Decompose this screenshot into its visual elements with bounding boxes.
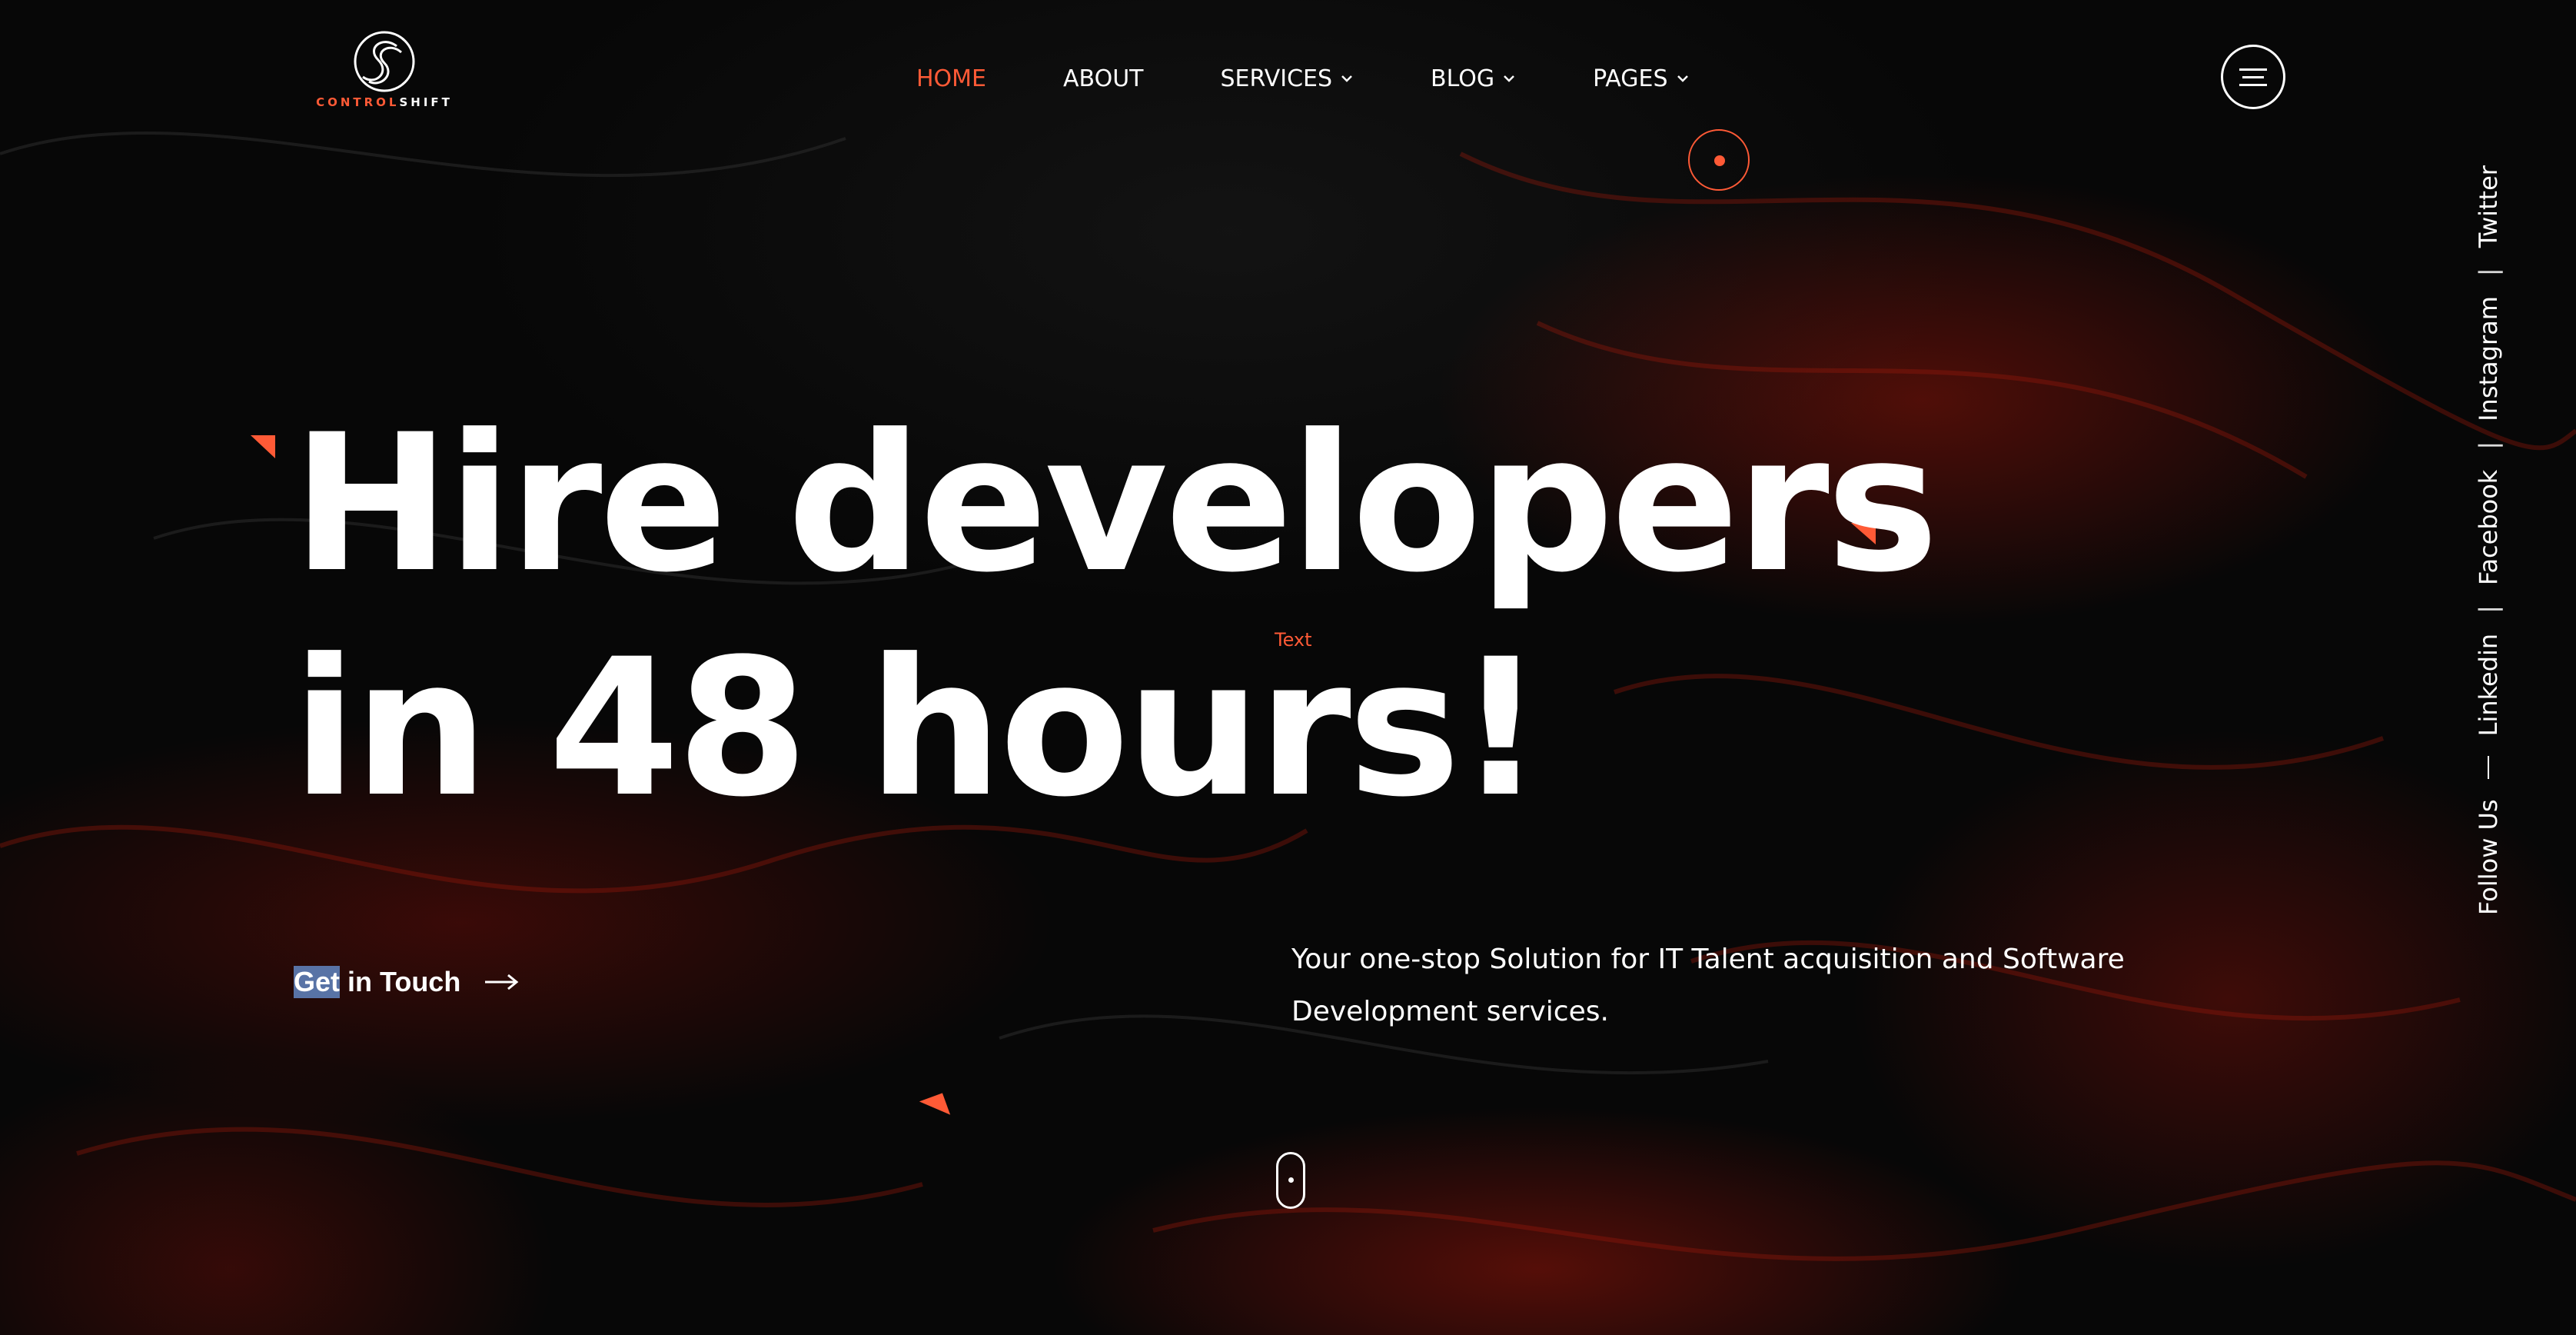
cta-label: in Touch <box>340 966 461 997</box>
divider <box>2488 756 2489 780</box>
nav-item-label: PAGES <box>1593 65 1668 92</box>
hero-headline-line1: Hire developers <box>292 395 1939 614</box>
social-link-twitter[interactable]: Twitter <box>2474 165 2503 248</box>
nav-item-label: BLOG <box>1431 65 1495 92</box>
logo-word-a: CONTROL <box>316 95 400 109</box>
hero-tag-text: Text <box>1275 629 1312 651</box>
main-nav: HOME ABOUT SERVICES BLOG PAGES <box>916 63 1767 94</box>
logo-word-b: SHIFT <box>399 95 453 109</box>
nav-item-label: SERVICES <box>1220 65 1333 92</box>
nav-item-blog[interactable]: BLOG <box>1431 65 1516 92</box>
social-link-instagram[interactable]: Instagram <box>2474 296 2503 421</box>
logo[interactable]: CONTROLSHIFT <box>315 29 454 115</box>
nav-item-label: HOME <box>916 65 987 92</box>
social-links: Follow Us Linkedin | Facebook | Instagra… <box>2474 161 2520 931</box>
chevron-down-icon <box>1677 75 1688 82</box>
mouse-scroll-icon[interactable] <box>1276 1152 1305 1209</box>
divider: | <box>2474 605 2503 614</box>
logo-mark-icon <box>354 31 415 92</box>
nav-item-pages[interactable]: PAGES <box>1593 65 1689 92</box>
hamburger-menu-button[interactable] <box>2221 45 2285 109</box>
hero-headline-line2: in 48 hours! <box>292 619 1544 839</box>
follow-us-label: Follow Us <box>2474 799 2503 915</box>
page: CONTROLSHIFT HOME ABOUT SERVICES BLOG PA… <box>0 0 2576 1335</box>
nav-item-about[interactable]: ABOUT <box>1063 65 1143 92</box>
divider: | <box>2474 268 2503 277</box>
nav-item-home[interactable]: HOME <box>916 65 986 92</box>
cursor-follower-icon <box>1688 129 1750 191</box>
logo-wordmark: CONTROLSHIFT <box>315 95 454 109</box>
social-link-linkedin[interactable]: Linkedin <box>2474 634 2503 737</box>
nav-item-label: ABOUT <box>1063 65 1144 92</box>
cta-highlight: Get <box>294 966 341 998</box>
social-link-facebook[interactable]: Facebook <box>2474 470 2503 585</box>
nav-item-services[interactable]: SERVICES <box>1221 65 1354 92</box>
triangle-decoration <box>251 435 275 458</box>
hero-tagline: Your one-stop Solution for IT Talent acq… <box>1291 944 2125 1027</box>
chevron-down-icon <box>1341 75 1352 82</box>
chevron-down-icon <box>1504 75 1515 82</box>
hero-headline: Hire developers in 48 hours! <box>292 392 1939 841</box>
get-in-touch-link[interactable]: Get in Touch <box>294 966 519 998</box>
divider: | <box>2474 441 2503 450</box>
hamburger-icon <box>2239 63 2267 92</box>
arrow-right-icon <box>485 974 519 990</box>
